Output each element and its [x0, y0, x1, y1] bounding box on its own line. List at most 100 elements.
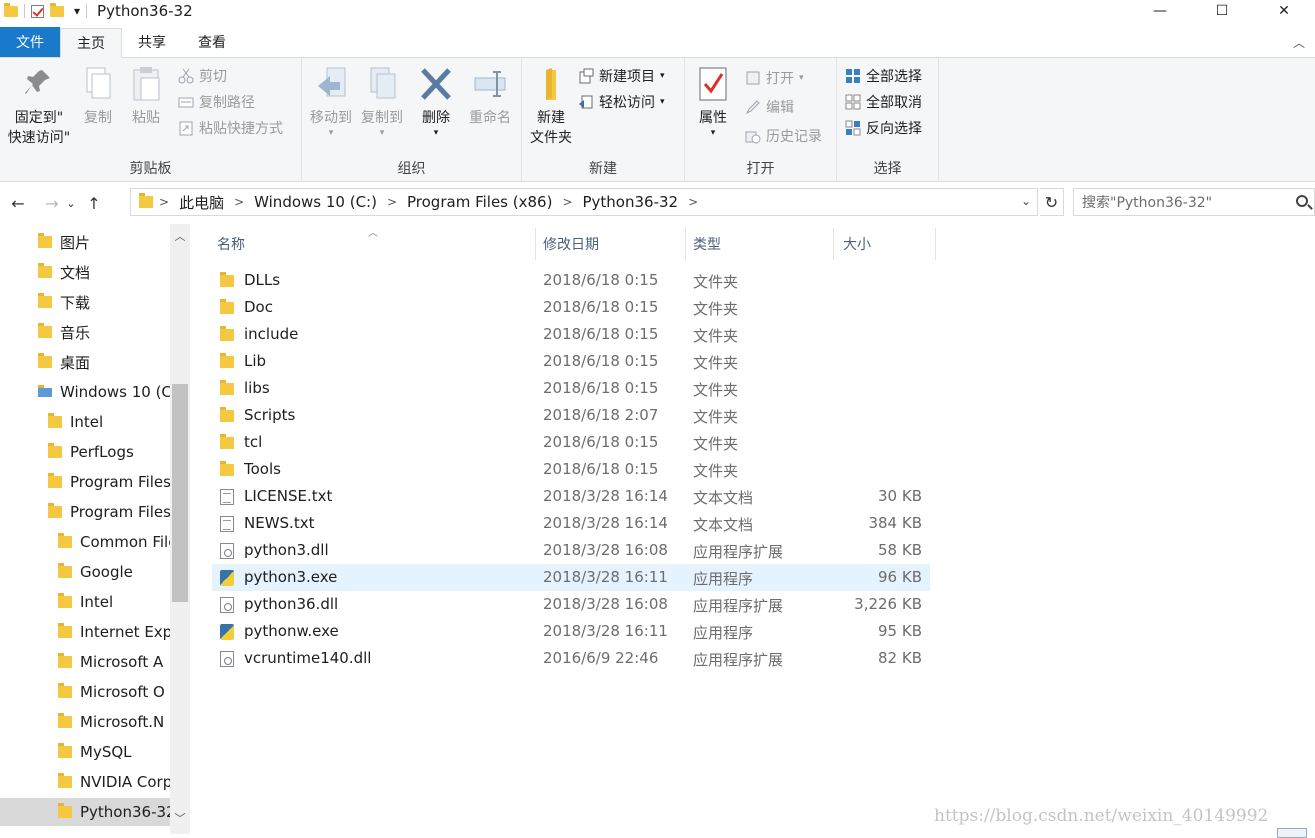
sidebar-item[interactable]: Program Files: [0, 498, 170, 526]
table-row[interactable]: NEWS.txt 2018/3/28 16:14 文本文档 384 KB: [212, 510, 930, 537]
select-all-button[interactable]: 全部选择: [845, 64, 922, 88]
properties-button[interactable]: 属性 ▾: [693, 64, 733, 138]
refresh-icon[interactable]: ↻: [1040, 188, 1064, 216]
new-folder-icon[interactable]: [50, 2, 64, 17]
table-row[interactable]: Scripts 2018/6/18 2:07 文件夹: [212, 402, 930, 429]
chevron-right-icon[interactable]: >: [159, 195, 169, 209]
new-folder-button[interactable]: 新建 文件夹: [526, 64, 576, 148]
invert-selection-button[interactable]: 反向选择: [845, 116, 922, 140]
delete-button[interactable]: 删除 ▾: [416, 64, 456, 138]
open-button[interactable]: 打开 ▾: [745, 66, 804, 90]
table-row[interactable]: LICENSE.txt 2018/3/28 16:14 文本文档 30 KB: [212, 483, 930, 510]
paste-button[interactable]: 粘贴: [128, 64, 164, 128]
sidebar-item[interactable]: 音乐: [0, 318, 170, 346]
select-all-icon: [845, 68, 861, 84]
minimize-button[interactable]: —: [1129, 0, 1191, 22]
window-title: Python36-32: [97, 2, 193, 20]
tab-home[interactable]: 主页: [60, 28, 122, 58]
chevron-right-icon[interactable]: >: [387, 195, 397, 209]
column-header-size[interactable]: 大小: [838, 228, 936, 260]
sidebar-item[interactable]: Microsoft O: [0, 678, 170, 706]
table-row[interactable]: python36.dll 2018/3/28 16:08 应用程序扩展 3,226 K…: [212, 591, 930, 618]
table-row[interactable]: python3.exe 2018/3/28 16:11 应用程序 96 KB: [212, 564, 930, 591]
sidebar-item[interactable]: 桌面: [0, 348, 170, 376]
chevron-right-icon[interactable]: >: [234, 195, 244, 209]
history-button[interactable]: 历史记录: [745, 124, 822, 148]
table-row[interactable]: Lib 2018/6/18 0:15 文件夹: [212, 348, 930, 375]
table-row[interactable]: Doc 2018/6/18 0:15 文件夹: [212, 294, 930, 321]
tab-share[interactable]: 共享: [122, 27, 182, 57]
tab-view[interactable]: 查看: [182, 27, 242, 57]
table-row[interactable]: libs 2018/6/18 0:15 文件夹: [212, 375, 930, 402]
sidebar-item[interactable]: PerfLogs: [0, 438, 170, 466]
select-none-button[interactable]: 全部取消: [845, 90, 922, 114]
new-item-button[interactable]: 新建项目 ▾: [578, 64, 665, 88]
sidebar-item[interactable]: Microsoft.N: [0, 708, 170, 736]
sidebar-item[interactable]: Common File: [0, 528, 170, 556]
sidebar-item[interactable]: 图片: [0, 228, 170, 256]
sidebar-item[interactable]: Microsoft A: [0, 648, 170, 676]
pin-quick-access-button[interactable]: 固定到" 快速访问": [4, 64, 74, 148]
address-bar[interactable]: > 此电脑 > Windows 10 (C:) > Program Files …: [130, 188, 1038, 216]
easy-access-button[interactable]: 轻松访问 ▾: [578, 90, 665, 114]
sidebar-item[interactable]: NVIDIA Corp: [0, 768, 170, 796]
file-type: 应用程序扩展: [693, 651, 784, 669]
tab-file[interactable]: 文件: [0, 27, 60, 57]
view-toggle-button[interactable]: [1277, 828, 1307, 838]
search-input[interactable]: 搜索"Python36-32": [1082, 192, 1212, 212]
copy-path-button[interactable]: 复制路径: [178, 90, 255, 114]
sidebar-item[interactable]: Google: [0, 558, 170, 586]
breadcrumb-program-files-x86[interactable]: Program Files (x86): [407, 193, 552, 211]
copy-to-icon: [365, 64, 399, 104]
up-arrow-icon[interactable]: ↑: [82, 194, 106, 213]
copy-button[interactable]: 复制: [80, 64, 116, 128]
table-row[interactable]: Tools 2018/6/18 0:15 文件夹: [212, 456, 930, 483]
search-icon[interactable]: [1296, 195, 1308, 207]
sidebar-item[interactable]: MySQL: [0, 738, 170, 766]
paste-shortcut-button[interactable]: 粘贴快捷方式: [178, 116, 283, 140]
column-header-type[interactable]: 类型: [688, 228, 834, 260]
breadcrumb-this-pc[interactable]: 此电脑: [179, 192, 224, 213]
table-row[interactable]: vcruntime140.dll 2016/6/9 22:46 应用程序扩展 82 K…: [212, 645, 930, 672]
chevron-right-icon[interactable]: >: [688, 195, 698, 209]
table-row[interactable]: include 2018/6/18 0:15 文件夹: [212, 321, 930, 348]
column-header-date[interactable]: 修改日期: [538, 228, 686, 260]
search-box[interactable]: 搜索"Python36-32": [1073, 188, 1315, 216]
breadcrumb-python36-32[interactable]: Python36-32: [583, 193, 679, 211]
file-size: 58 KB: [878, 541, 922, 559]
chevron-right-icon[interactable]: >: [562, 195, 572, 209]
nav-scrollbar-thumb[interactable]: [172, 384, 188, 602]
sidebar-item[interactable]: Program Files: [0, 468, 170, 496]
table-row[interactable]: pythonw.exe 2018/3/28 16:11 应用程序 95 KB: [212, 618, 930, 645]
table-row[interactable]: tcl 2018/6/18 0:15 文件夹: [212, 429, 930, 456]
folder-icon[interactable]: [4, 2, 18, 17]
column-header-name[interactable]: 名称: [212, 228, 536, 260]
sidebar-item[interactable]: Intel: [0, 408, 170, 436]
sidebar-item[interactable]: Windows 10 (C: [0, 378, 170, 406]
close-button[interactable]: ✕: [1253, 0, 1315, 22]
cut-button[interactable]: 剪切: [178, 64, 227, 88]
sidebar-item[interactable]: 下载: [0, 288, 170, 316]
collapse-ribbon-icon[interactable]: ︿: [1293, 34, 1305, 51]
copy-to-button[interactable]: 复制到 ▾: [356, 64, 408, 138]
properties-check-icon[interactable]: [31, 4, 44, 18]
edit-button[interactable]: 编辑: [745, 95, 794, 119]
table-row[interactable]: python3.dll 2018/3/28 16:08 应用程序扩展 58 KB: [212, 537, 930, 564]
scroll-up-icon[interactable]: ︿: [172, 228, 188, 244]
scroll-down-icon[interactable]: ﹀: [172, 810, 188, 826]
properties-label: 属性: [699, 110, 727, 126]
maximize-button[interactable]: ☐: [1191, 0, 1253, 22]
sidebar-item[interactable]: Python36-32: [0, 798, 170, 826]
sidebar-item[interactable]: Intel: [0, 588, 170, 616]
table-row[interactable]: DLLs 2018/6/18 0:15 文件夹: [212, 267, 930, 294]
move-to-button[interactable]: 移动到 ▾: [306, 64, 356, 138]
recent-locations-chevron-icon[interactable]: ⌄: [64, 197, 78, 210]
sidebar-item[interactable]: 文档: [0, 258, 170, 286]
sidebar-item[interactable]: Internet Exp: [0, 618, 170, 646]
rename-button[interactable]: 重命名: [464, 64, 516, 128]
breadcrumb-drive-c[interactable]: Windows 10 (C:): [254, 193, 377, 211]
forward-arrow-icon[interactable]: →: [40, 194, 64, 213]
address-dropdown-icon[interactable]: ⌄: [1021, 194, 1031, 208]
qat-dropdown-icon[interactable]: ▾: [74, 4, 80, 18]
back-arrow-icon[interactable]: ←: [6, 194, 30, 213]
